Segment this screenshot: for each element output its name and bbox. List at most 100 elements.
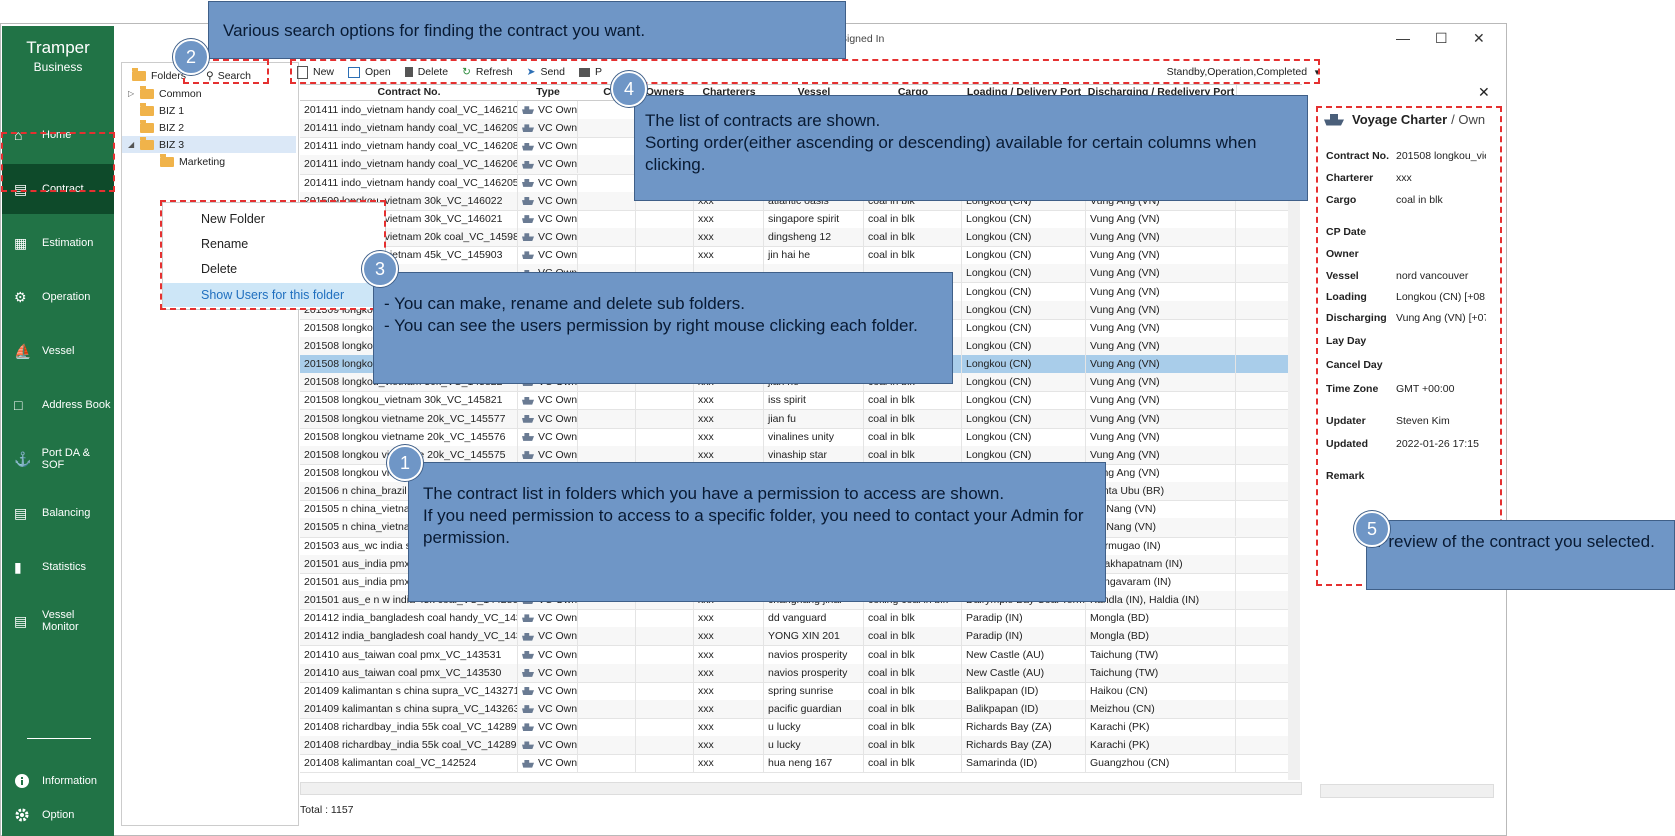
table-row[interactable]: 201509 longkou_vietnam 30k_VC_146021 VC O…: [300, 209, 1300, 229]
table-cell: xxx: [694, 754, 764, 773]
table-cell: coal in blk: [864, 736, 962, 755]
tree-item-biz1[interactable]: BIZ 1: [140, 102, 184, 119]
table-row[interactable]: 201508 longkou_vietnam 30k_VC_145821 VC O…: [300, 391, 1300, 411]
sidebar-item-address-book[interactable]: □ Address Book: [2, 380, 114, 430]
grid-vertical-scrollbar[interactable]: [1288, 100, 1300, 780]
table-cell: Richards Bay (ZA): [962, 736, 1086, 755]
table-cell: navios prosperity: [764, 645, 864, 664]
table-cell: Balikpapan (ID): [962, 681, 1086, 700]
vessel-type-icon: [522, 251, 534, 260]
callout-search: Various search options for finding the c…: [208, 1, 846, 59]
table-row[interactable]: 201408 richardbay_india 55k coal_VC_1428…: [300, 736, 1300, 756]
table-cell: coal in blk: [864, 228, 962, 247]
vessel-type-icon: [522, 650, 534, 659]
table-cell: coal in blk: [864, 645, 962, 664]
table-row[interactable]: 201409 kalimantan s china supra_VC_14326…: [300, 699, 1300, 720]
table-row[interactable]: 201509 longkou_vietnam 20k coal_VC_14598…: [300, 228, 1300, 248]
sidebar-item-label: Port DA & SOF: [41, 447, 90, 471]
table-cell: [578, 699, 636, 718]
table-cell: VC Own: [518, 681, 578, 700]
sidebar-item-option[interactable]: Option: [2, 802, 114, 828]
tree-item-biz3[interactable]: ◢ BIZ 3: [122, 136, 296, 153]
sidebar-item-label: Statistics: [42, 561, 87, 573]
table-cell: xxx: [694, 699, 764, 718]
tree-item-marketing[interactable]: Marketing: [160, 153, 225, 170]
table-cell: xxx: [694, 391, 764, 410]
table-cell: xxx: [694, 246, 764, 265]
table-cell: [636, 391, 694, 410]
table-cell: New Castle (AU): [962, 663, 1086, 682]
table-cell: [578, 155, 636, 174]
sidebar-item-estimation[interactable]: ▦ Estimation: [2, 218, 114, 268]
close-icon[interactable]: ✕: [1473, 30, 1485, 47]
table-cell: Kandla (IN), Haldia (IN): [1086, 591, 1236, 610]
sidebar-item-vessel[interactable]: ⛵ Vessel: [2, 326, 114, 376]
table-cell: Samarinda (ID): [962, 754, 1086, 773]
table-row[interactable]: 201408 richardbay_india 55k coal_VC_1428…: [300, 718, 1300, 738]
table-row[interactable]: 201410 aus_taiwan coal pmx_VC_143531 VC O…: [300, 645, 1300, 665]
sidebar-item-operation[interactable]: ⚙ Operation: [2, 272, 114, 322]
table-cell: coal in blk: [864, 718, 962, 737]
sidebar-item-balancing[interactable]: ▤ Balancing: [2, 488, 114, 538]
table-cell: VC Own: [518, 191, 578, 210]
sidebar-item-label: Vessel Monitor: [41, 609, 79, 633]
table-cell: 201408 richardbay_india 55k coal_VC_1428…: [300, 736, 518, 755]
table-cell: [578, 718, 636, 737]
sidebar-item-port-da-sof[interactable]: ⚓ Port DA & SOF: [2, 434, 114, 484]
highlight-contract-nav: [1, 132, 115, 192]
table-row[interactable]: 201409 kalimantan s china supra_VC_14327…: [300, 681, 1300, 701]
table-cell: Longkou (CN): [962, 355, 1086, 374]
table-cell: VC Own: [518, 209, 578, 228]
sidebar-item-statistics[interactable]: ▮ Statistics: [2, 542, 114, 592]
table-cell: jian fu: [764, 409, 864, 428]
minimize-icon[interactable]: —: [1396, 30, 1410, 46]
brand-subtitle: Business: [33, 60, 83, 74]
table-row[interactable]: 201508 longkou vietname 20k_VC_145576 VC …: [300, 427, 1300, 447]
signed-in-status: Signed In: [840, 33, 885, 45]
table-cell: Vung Ang (VN): [1086, 264, 1236, 283]
table-cell: 201508 longkou vietname 20k_VC_145577: [300, 409, 518, 428]
table-cell: Vung Ang (VN): [1086, 391, 1236, 410]
table-row[interactable]: 201410 aus_taiwan coal pmx_VC_143530 VC O…: [300, 663, 1300, 683]
sidebar-item-information[interactable]: Information: [2, 768, 114, 794]
table-cell: xxx: [694, 209, 764, 228]
table-cell: VC Own: [518, 699, 578, 718]
table-cell: VC Own: [518, 173, 578, 192]
vessel-type-icon: [522, 160, 534, 169]
preview-scrollbar[interactable]: [1320, 784, 1494, 798]
table-cell: [636, 246, 694, 265]
sidebar-item-vessel-monitor[interactable]: ▤ Vessel Monitor: [2, 596, 114, 646]
table-cell: Paradip (IN): [962, 627, 1086, 646]
highlight-toolbar: [290, 59, 1320, 84]
tree-item-biz2[interactable]: BIZ 2: [140, 119, 184, 136]
column-header[interactable]: Contract No.: [300, 85, 519, 101]
table-cell: Da Nang (VN): [1086, 518, 1236, 537]
sidebar-item-label: Option: [42, 809, 75, 821]
table-row[interactable]: 201412 india_bangladesh coal handy_VC_14…: [300, 627, 1300, 647]
gear-icon: [14, 807, 32, 823]
collapse-icon[interactable]: ◢: [128, 140, 140, 149]
table-cell: [636, 663, 694, 682]
table-row[interactable]: 201509 longkou_vietnam 45k_VC_145903 VC O…: [300, 246, 1300, 266]
column-header[interactable]: Type: [518, 85, 579, 101]
table-cell: [578, 627, 636, 646]
callout-badge-1: 1: [387, 445, 423, 481]
vessel-type-icon: [522, 451, 534, 460]
grid-horizontal-scrollbar[interactable]: [300, 782, 1302, 795]
callout-preview: Preview of the contract you selected.: [1366, 520, 1675, 590]
table-cell: [636, 645, 694, 664]
tree-item-common[interactable]: ▷ Common: [128, 85, 202, 102]
table-row[interactable]: 201408 kalimantan coal_VC_142524 VC Own xx…: [300, 754, 1300, 774]
table-row[interactable]: 201508 longkou vietname 20k_VC_145577 VC …: [300, 409, 1300, 429]
expand-icon[interactable]: ▷: [128, 89, 140, 98]
maximize-icon[interactable]: ☐: [1435, 30, 1448, 47]
table-cell: coal in blk: [864, 663, 962, 682]
table-cell: Longkou (CN): [962, 264, 1086, 283]
table-cell: Longkou (CN): [962, 246, 1086, 265]
table-row[interactable]: 201412 india_bangladesh coal handy_VC_14…: [300, 609, 1300, 629]
calculator-icon: ▦: [14, 235, 28, 251]
table-cell: coal in blk: [864, 681, 962, 700]
total-count: Total : 1157: [300, 804, 354, 816]
table-cell: [636, 409, 694, 428]
preview-close-icon[interactable]: ✕: [1478, 84, 1490, 101]
